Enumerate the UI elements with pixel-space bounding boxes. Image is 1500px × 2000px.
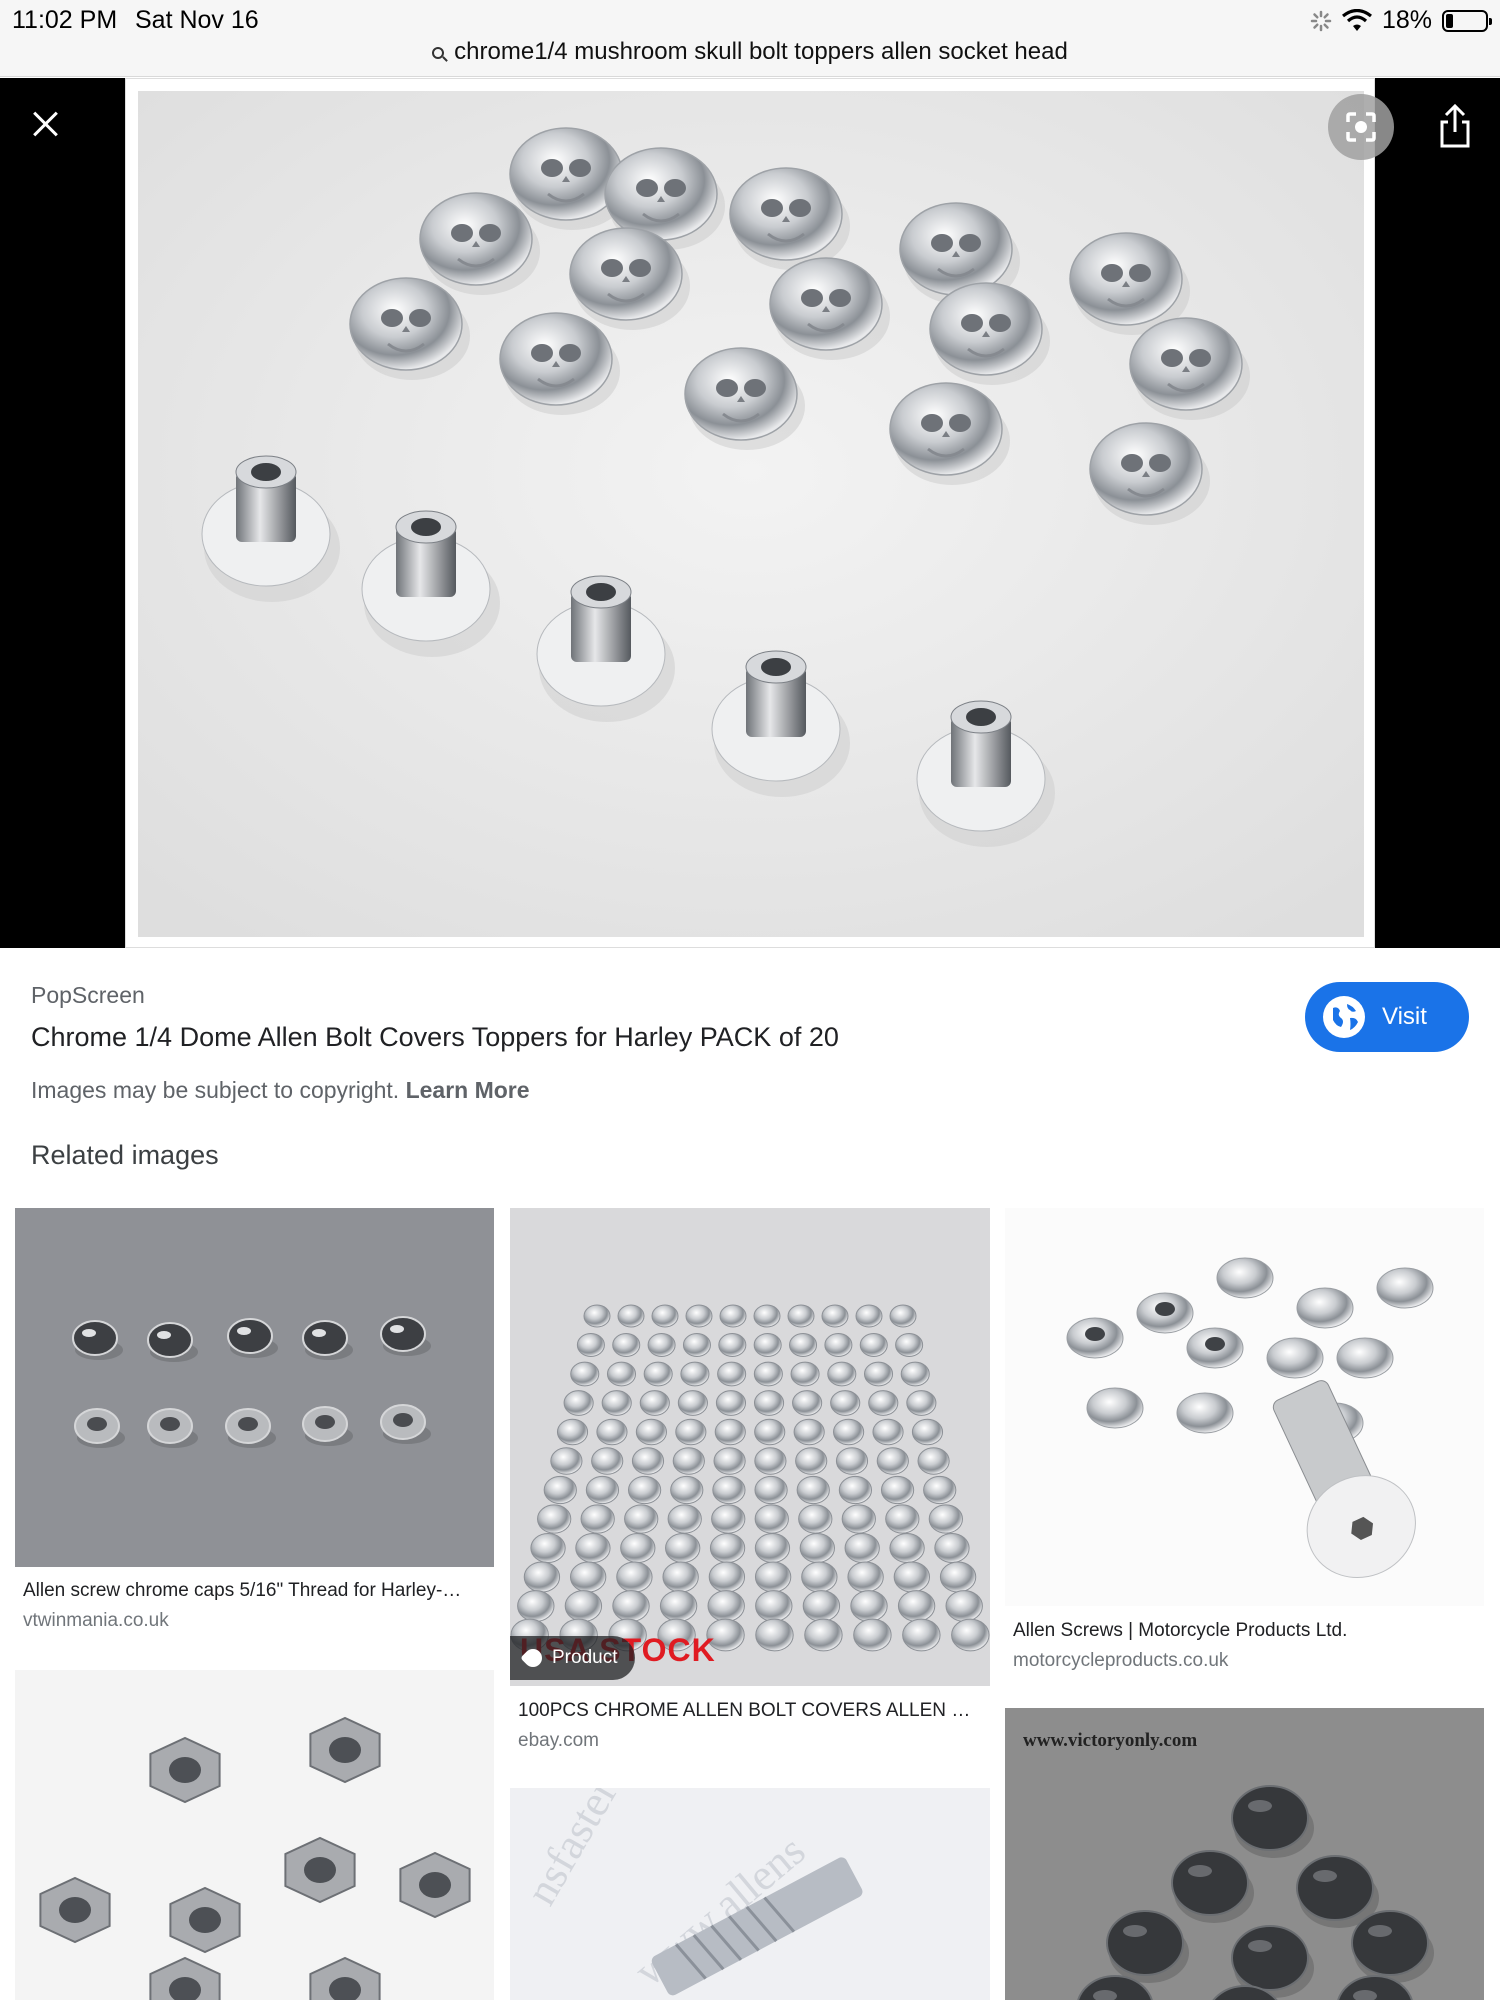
related-item[interactable]: nsfaster www.allens	[510, 1788, 990, 2000]
related-images-heading: Related images	[31, 1140, 219, 1170]
close-icon[interactable]	[20, 100, 70, 150]
related-item[interactable]: www.victoryonly.com	[1005, 1708, 1484, 2000]
product-badge: Product	[510, 1636, 636, 1680]
status-time: 11:02 PM	[12, 6, 118, 34]
related-item[interactable]: Allen screw chrome caps 5/16" Thread for…	[15, 1208, 494, 1638]
battery-percent: 18%	[1381, 6, 1432, 34]
share-icon[interactable]	[1432, 102, 1478, 152]
wifi-icon	[1341, 8, 1372, 31]
related-item-site: ebay.com	[518, 1730, 599, 1751]
lens-icon	[1346, 112, 1376, 142]
related-thumbnail[interactable]	[15, 1208, 494, 1567]
related-item[interactable]: Allen Screws | Motorcycle Products Ltd. …	[1005, 1208, 1484, 1678]
related-thumbnail[interactable]	[15, 1670, 494, 2000]
status-indicators: 18%	[1310, 6, 1492, 35]
google-lens-button[interactable]	[1328, 94, 1394, 160]
related-item-title[interactable]: Allen screw chrome caps 5/16" Thread for…	[23, 1580, 483, 1602]
product-badge-label: Product	[552, 1647, 618, 1668]
related-item-title[interactable]: 100PCS CHROME ALLEN BOLT COVERS ALLEN B…	[518, 1700, 978, 1722]
related-thumbnail[interactable]: www.victoryonly.com	[1005, 1708, 1484, 2000]
visit-button[interactable]: Visit	[1305, 982, 1469, 1052]
related-thumbnail[interactable]: nsfaster www.allens	[510, 1788, 990, 2000]
search-query: chrome1/4 mushroom skull bolt toppers al…	[454, 38, 1068, 65]
learn-more-link[interactable]: Learn More	[406, 1077, 530, 1103]
activity-spinner-icon	[1310, 10, 1332, 31]
related-item-site: vtwinmania.co.uk	[23, 1610, 169, 1631]
status-date: Sat Nov 16	[135, 6, 259, 34]
result-title[interactable]: Chrome 1/4 Dome Allen Bolt Covers Topper…	[31, 1022, 839, 1053]
visit-label: Visit	[1382, 1003, 1427, 1030]
tag-icon	[520, 1645, 546, 1671]
battery-icon	[1442, 9, 1492, 32]
watermark-text: www.victoryonly.com	[1023, 1730, 1198, 1751]
search-query-bar[interactable]: chrome1/4 mushroom skull bolt toppers al…	[0, 38, 1500, 66]
related-thumbnail[interactable]: USA STOCK Product	[510, 1208, 990, 1686]
copyright-text: Images may be subject to copyright.	[31, 1077, 400, 1103]
related-item-site: motorcycleproducts.co.uk	[1013, 1650, 1229, 1671]
search-icon	[432, 47, 445, 59]
copyright-notice: Images may be subject to copyright. Lear…	[31, 1077, 530, 1104]
status-bar: 11:02 PM Sat Nov 16 18% chrome1/4 mushro…	[0, 0, 1500, 77]
related-thumbnail[interactable]	[1005, 1208, 1484, 1606]
related-item-title[interactable]: Allen Screws | Motorcycle Products Ltd.	[1013, 1620, 1473, 1642]
globe-icon	[1323, 996, 1365, 1038]
related-item[interactable]: USA STOCK Product 100PCS CHROME ALLEN BO…	[510, 1208, 990, 1768]
image-viewer	[0, 78, 1500, 948]
related-item[interactable]	[15, 1670, 494, 2000]
main-image[interactable]	[125, 78, 1375, 948]
result-source[interactable]: PopScreen	[31, 982, 145, 1009]
